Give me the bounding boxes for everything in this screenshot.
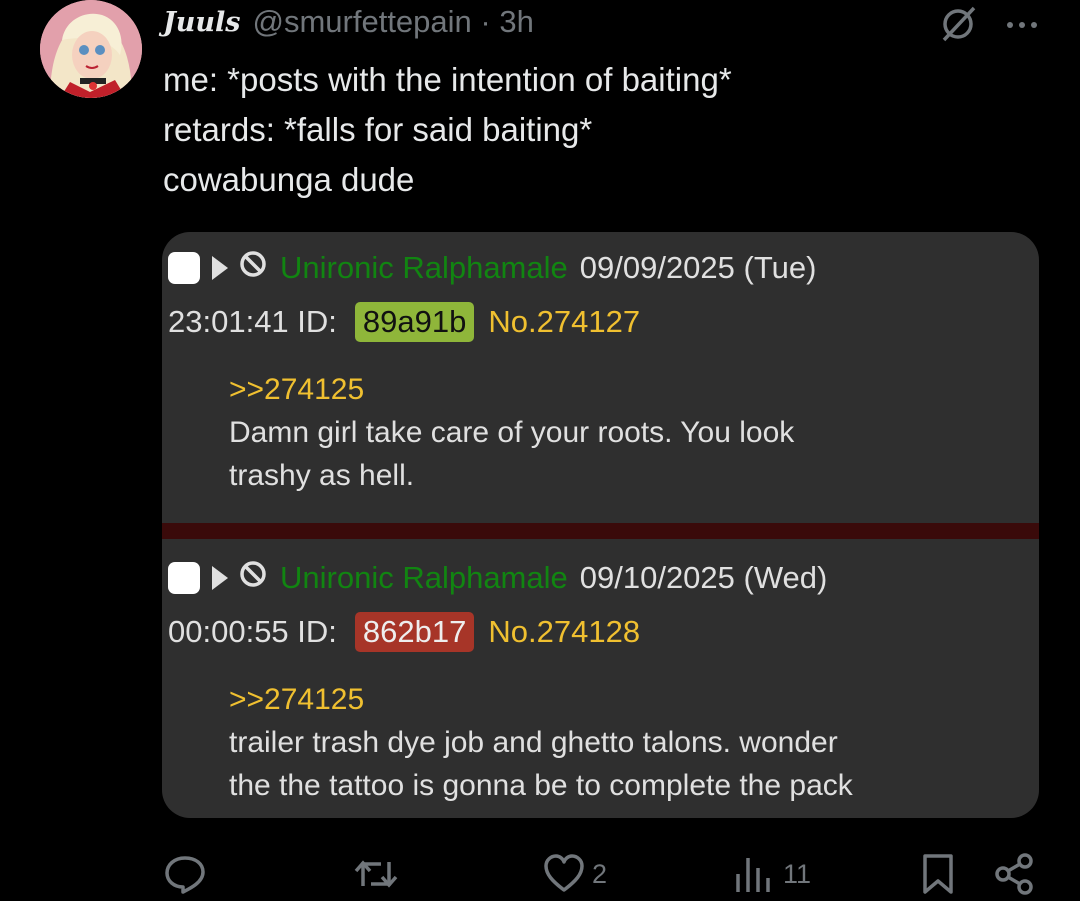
post-time: 00:00:55	[168, 614, 289, 649]
retweet-icon	[353, 852, 399, 896]
bookmark-button[interactable]	[920, 852, 956, 896]
reply-icon	[163, 852, 207, 896]
top-right-icons	[938, 4, 1040, 49]
reply-quotelink: >>274125	[229, 373, 365, 406]
reply-button[interactable]	[163, 852, 207, 896]
attached-image-card[interactable]: Unironic Ralphamale 09/09/2025 (Tue) 23:…	[162, 232, 1039, 818]
avatar[interactable]	[40, 0, 142, 98]
post-body: >>274125 trailer trash dye job and ghett…	[229, 678, 853, 807]
poster-name: Unironic Ralphamale	[280, 560, 568, 595]
share-icon	[993, 852, 1037, 896]
post-body-line: the the tattoo is gonna be to complete t…	[229, 769, 853, 802]
post-body: >>274125 Damn girl take care of your roo…	[229, 368, 794, 497]
expand-triangle-icon	[212, 256, 228, 280]
id-label: ID:	[297, 304, 337, 339]
retweet-button[interactable]	[353, 852, 399, 896]
grok-icon[interactable]	[938, 4, 978, 49]
bookmark-icon	[920, 852, 956, 896]
post-time: 23:01:41	[168, 304, 289, 339]
post-date: 09/09/2025 (Tue)	[579, 250, 817, 285]
like-icon	[542, 852, 586, 896]
poster-name: Unironic Ralphamale	[280, 250, 568, 285]
tweet-header: Juuls @smurfettepain · 3h	[163, 2, 534, 42]
post-body-line: Damn girl take care of your roots. You l…	[229, 416, 795, 449]
post-number: No.274127	[488, 304, 641, 339]
expand-triangle-icon	[212, 566, 228, 590]
post-body-line: trashy as hell.	[229, 459, 415, 492]
like-count: 2	[592, 858, 608, 889]
ban-icon	[238, 249, 280, 287]
views-count: 11	[783, 858, 812, 889]
post-divider	[162, 523, 1039, 539]
ban-icon	[238, 559, 280, 597]
tweet-actions: 2 11	[0, 852, 1080, 897]
tweet-line: retards: *falls for said baiting*	[163, 111, 593, 148]
like-button[interactable]: 2	[542, 852, 607, 896]
views-button[interactable]: 11	[733, 852, 811, 896]
reply-quotelink: >>274125	[229, 683, 365, 716]
poster-id-badge: 862b17	[354, 612, 475, 652]
views-icon	[733, 852, 773, 896]
display-name[interactable]: Juuls	[163, 7, 241, 38]
handle-and-time[interactable]: @smurfettepain · 3h	[253, 4, 534, 40]
post-number: No.274128	[488, 614, 641, 649]
poster-id-badge: 89a91b	[354, 302, 475, 342]
tweet-text: me: *posts with the intention of baiting…	[163, 55, 732, 205]
id-label: ID:	[297, 614, 337, 649]
checkbox-icon	[168, 252, 200, 284]
post-header: Unironic Ralphamale 09/10/2025 (Wed)	[168, 560, 827, 596]
post-date: 09/10/2025 (Wed)	[579, 560, 828, 595]
more-icon[interactable]	[1004, 18, 1040, 36]
post-header: Unironic Ralphamale 09/09/2025 (Tue)	[168, 250, 816, 286]
tweet-line: me: *posts with the intention of baiting…	[163, 61, 732, 98]
post-body-line: trailer trash dye job and ghetto talons.…	[229, 726, 838, 759]
share-button[interactable]	[993, 852, 1037, 896]
post-meta: 23:01:41 ID: 89a91b No.274127	[168, 302, 640, 342]
post-meta: 00:00:55 ID: 862b17 No.274128	[168, 612, 640, 652]
checkbox-icon	[168, 562, 200, 594]
tweet-line: cowabunga dude	[163, 161, 415, 198]
